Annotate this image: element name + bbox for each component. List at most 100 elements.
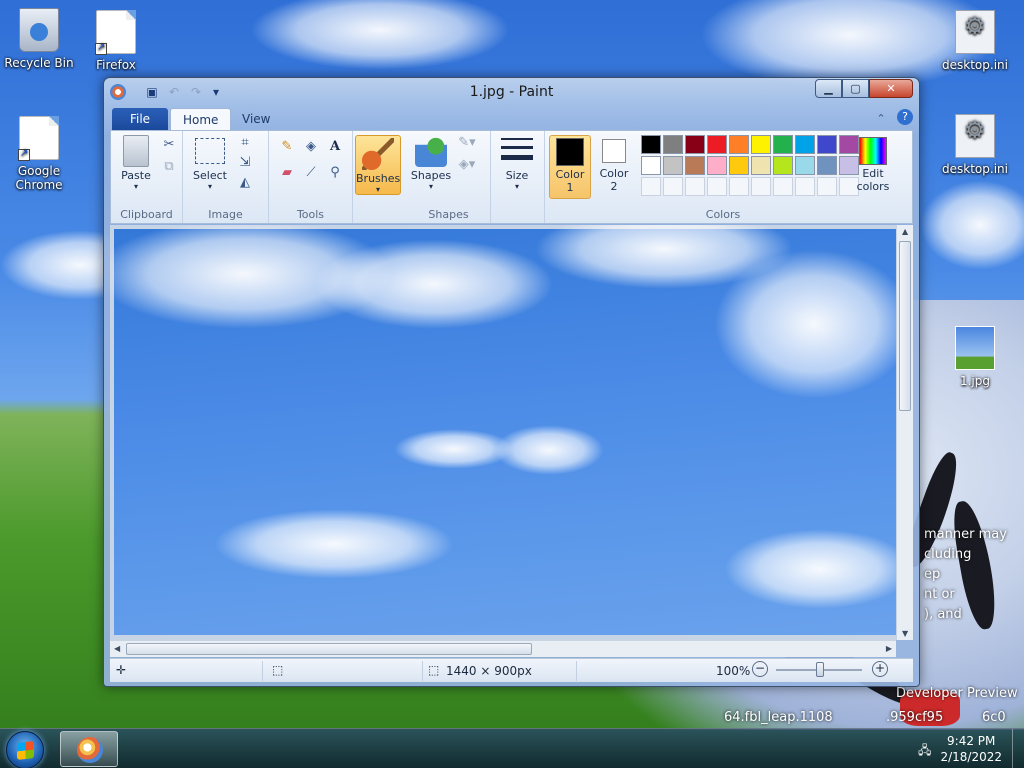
magnifier-icon[interactable]: ⚲	[325, 163, 345, 183]
palette-swatch[interactable]	[773, 156, 793, 175]
palette-swatch[interactable]	[685, 156, 705, 175]
line-size-icon	[501, 135, 533, 167]
palette-swatch[interactable]	[751, 135, 771, 154]
color1-button[interactable]: Color 1	[549, 135, 591, 199]
brushes-button[interactable]: Brushes ▾	[355, 135, 401, 195]
group-label-colors: Colors	[705, 208, 741, 221]
palette-swatch[interactable]	[685, 135, 705, 154]
vertical-scrollbar[interactable]: ▲ ▼	[896, 225, 913, 640]
select-button[interactable]: Select ▾	[191, 135, 229, 191]
ribbon-tabs: File Home View ⌃ ?	[110, 108, 913, 130]
show-desktop-button[interactable]	[1012, 729, 1024, 768]
desktop-icon-1jpg[interactable]: 1.jpg	[937, 326, 1013, 388]
minimize-button[interactable]: ▁	[815, 79, 842, 98]
custom-color-slot[interactable]	[685, 177, 705, 196]
desktop-icon-label: Firefox	[96, 58, 136, 72]
minimize-ribbon-icon[interactable]: ⌃	[871, 109, 891, 129]
help-icon[interactable]: ?	[897, 109, 913, 125]
desktop-icon-desktop-ini-1[interactable]: desktop.ini	[937, 10, 1013, 72]
zoom-slider-thumb[interactable]	[816, 662, 824, 677]
selection-size-icon: ⬚	[272, 663, 284, 677]
tab-view[interactable]: View	[230, 108, 282, 130]
desktop-icon-google-chrome[interactable]: Google Chrome	[1, 116, 77, 192]
ribbon: Paste ▾ ✂ ⧉ Clipboard Select ▾ ⌗ ⇲ ◭ Ima…	[110, 130, 913, 224]
color2-label: Color	[599, 167, 629, 180]
custom-color-slot[interactable]	[707, 177, 727, 196]
palette-swatch[interactable]	[751, 156, 771, 175]
system-clock[interactable]: 9:42 PM 2/18/2022	[940, 733, 1002, 765]
desktop-icon-firefox[interactable]: Firefox	[78, 10, 154, 72]
start-button[interactable]	[6, 731, 44, 768]
canvas-area: ▲ ▼	[110, 225, 913, 640]
wallpaper-text-1: manner may	[924, 527, 1007, 542]
fill-icon[interactable]: ◈	[301, 137, 321, 157]
group-size: Size ▾	[491, 131, 545, 223]
palette-swatch[interactable]	[795, 156, 815, 175]
custom-color-slot[interactable]	[641, 177, 661, 196]
color2-button[interactable]: Color 2	[593, 135, 635, 193]
network-icon[interactable]: 🖧	[918, 741, 934, 757]
group-label-tools: Tools	[296, 208, 325, 221]
status-bar: ✛ ⬚ ⬚ 1440 × 900px 100% − +	[110, 658, 913, 682]
taskbar-paint-button[interactable]	[60, 731, 118, 767]
wallpaper-text-9: 6c0	[982, 710, 1006, 725]
palette-swatch[interactable]	[817, 156, 837, 175]
custom-color-slot[interactable]	[663, 177, 683, 196]
desktop-icon-label: Google Chrome	[15, 164, 63, 192]
shape-fill-icon[interactable]: ◈▾	[457, 155, 477, 175]
tab-file[interactable]: File	[112, 108, 168, 130]
palette-swatch[interactable]	[641, 135, 661, 154]
resize-icon[interactable]: ⇲	[235, 153, 255, 173]
palette-swatch[interactable]	[663, 135, 683, 154]
palette-swatch[interactable]	[707, 135, 727, 154]
palette-swatch[interactable]	[729, 156, 749, 175]
palette-swatch[interactable]	[641, 156, 661, 175]
group-label-image: Image	[208, 208, 243, 221]
cut-icon[interactable]: ✂	[159, 135, 179, 155]
firefox-shortcut-icon	[95, 10, 136, 55]
select-rectangle-icon	[195, 138, 225, 164]
palette-swatch[interactable]	[817, 135, 837, 154]
palette-swatch[interactable]	[663, 156, 683, 175]
tab-home[interactable]: Home	[170, 108, 232, 130]
image-canvas[interactable]	[110, 225, 913, 635]
outline-icon[interactable]: ✎▾	[457, 133, 477, 153]
close-button[interactable]: ✕	[869, 79, 913, 98]
size-button[interactable]: Size ▾	[499, 135, 535, 191]
custom-color-slot[interactable]	[773, 177, 793, 196]
vertical-scroll-thumb[interactable]	[899, 241, 911, 411]
maximize-button[interactable]: ▢	[842, 79, 869, 98]
crop-icon[interactable]: ⌗	[235, 133, 255, 153]
pencil-icon[interactable]: ✎	[277, 137, 297, 157]
custom-color-slot[interactable]	[751, 177, 771, 196]
paste-button[interactable]: Paste ▾	[117, 135, 155, 191]
title-bar[interactable]: ▣ ↶ ↷ ▾ 1.jpg - Paint ▁ ▢ ✕	[104, 78, 919, 106]
edit-colors-button[interactable]: Edit colors	[851, 135, 895, 193]
group-colors: Color 1 Color 2 Edit colors Colors	[545, 131, 901, 223]
palette-swatch[interactable]	[707, 156, 727, 175]
eraser-icon[interactable]: ▰	[277, 163, 297, 183]
horizontal-scrollbar[interactable]: ◀ ▶	[110, 640, 896, 657]
custom-color-slot[interactable]	[795, 177, 815, 196]
shapes-button[interactable]: Shapes ▾	[409, 135, 453, 191]
zoom-out-button[interactable]: −	[752, 661, 768, 677]
text-icon[interactable]: A	[325, 137, 345, 157]
color2-swatch	[602, 139, 626, 163]
image-thumbnail-icon	[955, 326, 995, 370]
horizontal-scroll-thumb[interactable]	[126, 643, 532, 655]
palette-swatch[interactable]	[795, 135, 815, 154]
palette-swatch[interactable]	[773, 135, 793, 154]
rotate-icon[interactable]: ◭	[235, 173, 255, 193]
zoom-in-button[interactable]: +	[872, 661, 888, 677]
group-clipboard: Paste ▾ ✂ ⧉ Clipboard	[111, 131, 183, 223]
desktop-icon-recycle-bin[interactable]: Recycle Bin	[1, 8, 77, 70]
brush-icon	[362, 138, 394, 170]
wallpaper-text-8: .959cf95	[886, 710, 944, 725]
custom-color-slot[interactable]	[729, 177, 749, 196]
desktop-icon-desktop-ini-2[interactable]: desktop.ini	[937, 114, 1013, 176]
copy-icon[interactable]: ⧉	[159, 157, 179, 177]
palette-swatch[interactable]	[729, 135, 749, 154]
color-picker-icon[interactable]: ⟋	[301, 163, 321, 183]
custom-color-slot[interactable]	[817, 177, 837, 196]
settings-file-icon	[955, 114, 995, 158]
